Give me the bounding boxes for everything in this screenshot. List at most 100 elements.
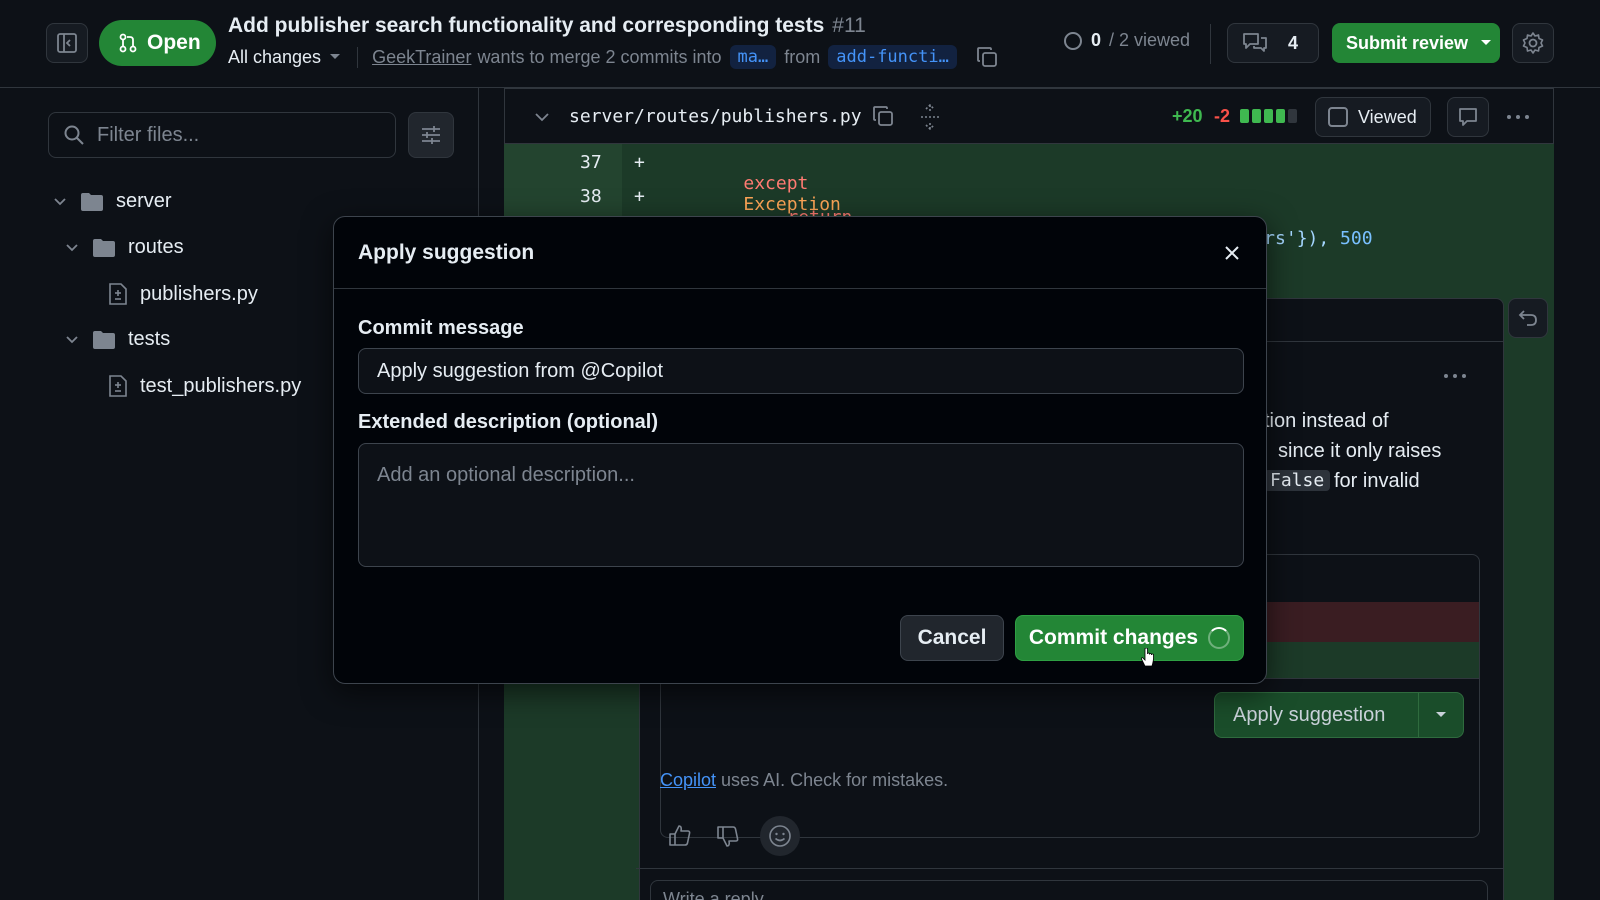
comment-text: since it only raises: [1278, 440, 1442, 462]
header-divider: [1210, 24, 1211, 64]
chevron-down-icon[interactable]: [533, 108, 551, 126]
base-branch[interactable]: ma…: [729, 45, 777, 69]
viewed-done-count: 0: [1091, 30, 1102, 50]
tree-item-label: server: [116, 190, 172, 212]
diffstat-block: [1240, 109, 1249, 123]
smiley-icon: [769, 825, 791, 847]
viewed-total: / 2 viewed: [1109, 30, 1191, 50]
copilot-link[interactable]: Copilot: [660, 770, 716, 790]
file-comment-button[interactable]: [1447, 97, 1489, 137]
gear-icon: [1522, 32, 1544, 54]
submit-review-label: Submit review: [1346, 32, 1469, 53]
dialog-title: Apply suggestion: [358, 241, 535, 264]
chevron-down-icon: [66, 335, 78, 343]
folder-icon: [93, 238, 115, 257]
kebab-horizontal-icon[interactable]: [1505, 107, 1531, 127]
commit-changes-button[interactable]: Commit changes: [1015, 615, 1244, 661]
file-header: server/routes/publishers.py +20 -2 Viewe…: [504, 88, 1554, 144]
page-title: Add publisher search functionality and c…: [228, 14, 866, 38]
expand-icon[interactable]: [919, 104, 941, 130]
pr-number: #11: [832, 14, 866, 37]
pr-title-text: Add publisher search functionality and c…: [228, 14, 825, 37]
author-link[interactable]: GeekTrainer: [372, 47, 471, 68]
copy-icon[interactable]: [975, 45, 999, 69]
viewed-label: Viewed: [1358, 106, 1417, 127]
file-path: server/routes/publishers.py: [569, 106, 862, 127]
tree-item-label: test_publishers.py: [140, 374, 302, 397]
extended-description-textarea[interactable]: [358, 443, 1244, 567]
commit-changes-label: Commit changes: [1028, 626, 1199, 649]
diffstat-block: [1252, 109, 1261, 123]
reply-divider: [636, 868, 1504, 869]
pr-status-badge: Open: [99, 20, 216, 66]
comment-count: 4: [1288, 32, 1299, 53]
settings-button[interactable]: [1512, 23, 1554, 63]
sidebar-toggle-button[interactable]: [46, 23, 88, 63]
git-pull-request-icon: [119, 33, 137, 53]
thumbs-up-icon[interactable]: [668, 824, 692, 848]
diffstat-block: [1264, 109, 1273, 123]
chevron-down-icon: [66, 243, 78, 251]
filter-files-placeholder: Filter files...: [97, 123, 200, 146]
file-diff-icon: [109, 375, 127, 397]
commit-message-input[interactable]: [358, 348, 1244, 394]
tree-folder-server[interactable]: server: [52, 190, 172, 213]
comments-button[interactable]: 4: [1227, 23, 1319, 63]
caret-down-icon: [1481, 40, 1492, 45]
cancel-button[interactable]: Cancel: [900, 615, 1004, 661]
comment-text: tion instead of: [1264, 410, 1389, 432]
reply-input[interactable]: Write a reply: [650, 880, 1488, 900]
tree-file-publishers[interactable]: publishers.py: [108, 282, 258, 306]
comment-text: for invalid: [1334, 470, 1420, 492]
diff-sign: +: [634, 186, 645, 207]
sidebar-toggle-icon: [57, 33, 77, 53]
submit-review-button[interactable]: Submit review: [1332, 23, 1500, 63]
head-branch[interactable]: add-functi…: [828, 45, 957, 69]
undo-icon: [1518, 310, 1537, 326]
add-reaction-button[interactable]: [760, 816, 800, 856]
mouse-pointer-icon: [1141, 648, 1154, 667]
apply-suggestion-button[interactable]: Apply suggestion: [1214, 692, 1464, 738]
line-number: 37: [580, 152, 602, 173]
viewed-checkbox-button[interactable]: Viewed: [1315, 97, 1431, 137]
close-button[interactable]: [1216, 237, 1248, 269]
copilot-disclaimer: Copilot uses AI. Check for mistakes.: [660, 770, 948, 791]
apply-suggestion-label: Apply suggestion: [1215, 692, 1419, 738]
file-diff-icon: [109, 283, 127, 305]
thumbs-down-icon[interactable]: [716, 824, 740, 848]
folder-icon: [93, 330, 115, 349]
merge-text-1: wants to merge 2 commits into: [477, 46, 722, 67]
kebab-horizontal-icon[interactable]: [1442, 366, 1468, 386]
sliders-icon: [422, 126, 440, 144]
comment-discussion-icon: [1243, 33, 1267, 52]
progress-circle-icon: [1064, 31, 1082, 50]
apply-suggestion-dialog: Apply suggestion Commit message Extended…: [333, 216, 1267, 684]
diffstat-bar: [1240, 109, 1297, 123]
close-icon: [1225, 246, 1239, 260]
filter-files-input[interactable]: Filter files...: [48, 112, 396, 158]
copy-icon[interactable]: [871, 104, 895, 128]
dialog-header: Apply suggestion: [334, 217, 1266, 289]
search-icon: [64, 125, 84, 145]
viewed-checkbox[interactable]: [1328, 107, 1348, 127]
copilot-note-text: uses AI. Check for mistakes.: [721, 770, 949, 790]
tree-folder-routes[interactable]: routes: [64, 236, 184, 259]
deletions-count: -2: [1214, 106, 1231, 126]
additions-count: +20: [1172, 106, 1203, 126]
filter-options-button[interactable]: [408, 112, 454, 158]
cancel-label: Cancel: [917, 626, 987, 649]
caret-down-icon[interactable]: [1435, 711, 1447, 719]
merge-text-2: from: [784, 46, 821, 67]
diffstat-block: [1276, 109, 1285, 123]
inline-code: False: [1264, 470, 1331, 491]
reply-placeholder: Write a reply: [663, 889, 764, 900]
commit-message-label: Commit message: [358, 317, 524, 339]
code-number: 500: [1340, 228, 1373, 249]
comment-icon: [1459, 108, 1477, 126]
tree-file-test-publishers[interactable]: test_publishers.py: [108, 374, 301, 398]
diffstat-block: [1288, 109, 1297, 123]
diff-sign: +: [634, 152, 645, 173]
tree-folder-tests[interactable]: tests: [64, 328, 170, 351]
all-changes-dropdown[interactable]: All changes: [228, 46, 359, 68]
reply-undo-button[interactable]: [1508, 298, 1548, 338]
